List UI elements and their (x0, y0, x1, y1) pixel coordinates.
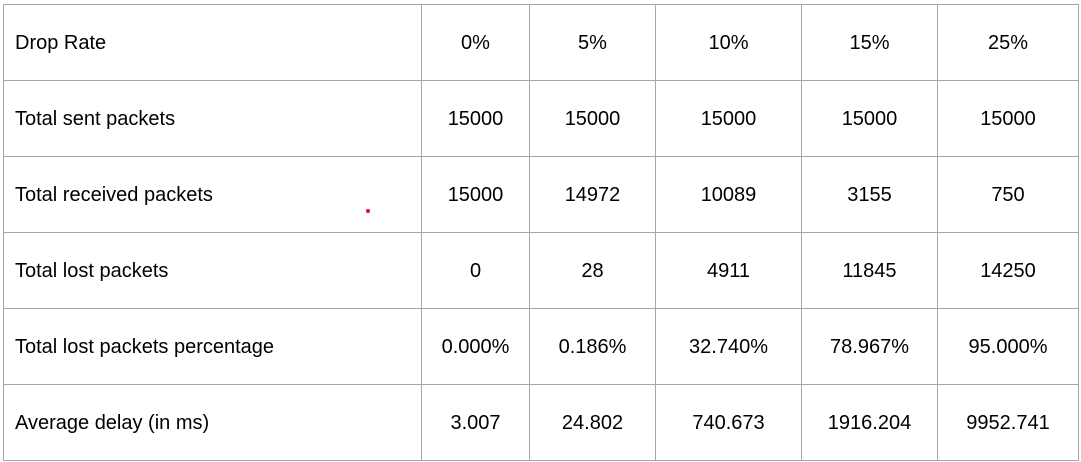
table-cell: 1916.204 (801, 384, 938, 461)
table-row-total-received-packets: Total received packets 15000 14972 10089… (3, 156, 1079, 233)
table-cell: 740.673 (655, 384, 802, 461)
table-cell: 78.967% (801, 308, 938, 385)
table-cell: 10% (655, 4, 802, 81)
table-cell: 3155 (801, 156, 938, 233)
row-label: Average delay (in ms) (3, 384, 422, 461)
table-cell: 15000 (421, 156, 530, 233)
row-label: Total lost packets (3, 232, 422, 309)
table-cell: 11845 (801, 232, 938, 309)
row-label: Total lost packets percentage (3, 308, 422, 385)
table-cell: 95.000% (937, 308, 1079, 385)
results-table: Drop Rate 0% 5% 10% 15% 25% Total sent p… (3, 4, 1079, 461)
table-cell: 28 (529, 232, 656, 309)
row-label: Total sent packets (3, 80, 422, 157)
table-row-total-lost-packets: Total lost packets 0 28 4911 11845 14250 (3, 232, 1079, 309)
table-row-total-sent-packets: Total sent packets 15000 15000 15000 150… (3, 80, 1079, 157)
table-cell: 15000 (801, 80, 938, 157)
table-row-total-lost-packets-percentage: Total lost packets percentage 0.000% 0.1… (3, 308, 1079, 385)
cursor-marker-dot (366, 209, 370, 213)
table-row-drop-rate: Drop Rate 0% 5% 10% 15% 25% (3, 4, 1079, 81)
table-cell: 0 (421, 232, 530, 309)
table-cell: 9952.741 (937, 384, 1079, 461)
table-cell: 15000 (655, 80, 802, 157)
table-cell: 25% (937, 4, 1079, 81)
table-cell: 15000 (421, 80, 530, 157)
table-cell: 15000 (529, 80, 656, 157)
row-label: Drop Rate (3, 4, 422, 81)
table-cell: 0.186% (529, 308, 656, 385)
table-cell: 10089 (655, 156, 802, 233)
table-cell: 24.802 (529, 384, 656, 461)
table-cell: 14250 (937, 232, 1079, 309)
table-cell: 3.007 (421, 384, 530, 461)
table-cell: 5% (529, 4, 656, 81)
table-row-average-delay: Average delay (in ms) 3.007 24.802 740.6… (3, 384, 1079, 461)
table-cell: 0% (421, 4, 530, 81)
table-cell: 4911 (655, 232, 802, 309)
table-cell: 750 (937, 156, 1079, 233)
table-cell: 14972 (529, 156, 656, 233)
table-cell: 32.740% (655, 308, 802, 385)
table-cell: 15% (801, 4, 938, 81)
table-cell: 15000 (937, 80, 1079, 157)
row-label: Total received packets (3, 156, 422, 233)
table-cell: 0.000% (421, 308, 530, 385)
